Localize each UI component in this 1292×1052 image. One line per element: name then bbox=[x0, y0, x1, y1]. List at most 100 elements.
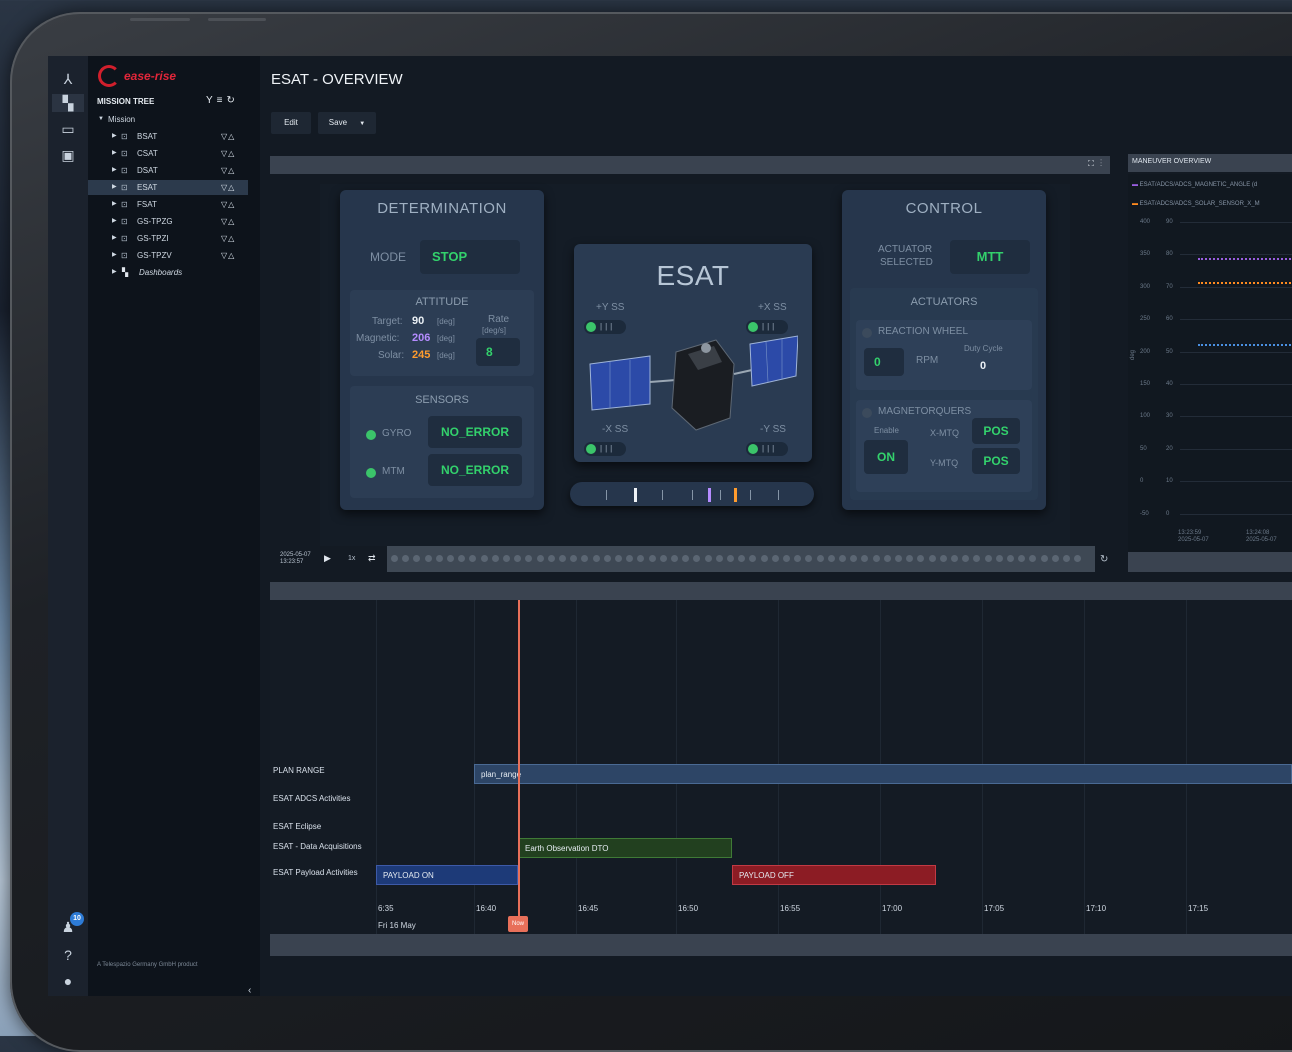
gyro-status-led-icon bbox=[366, 430, 376, 440]
scrubber-event-dot bbox=[570, 555, 578, 562]
scrubber-event-dot bbox=[503, 555, 510, 562]
mode-value: STOP bbox=[420, 240, 520, 274]
series-solar-orange bbox=[1198, 282, 1292, 286]
time-tick: 16:40 bbox=[476, 904, 497, 913]
grid-line bbox=[1180, 448, 1292, 450]
scrubber-event-dot bbox=[637, 555, 645, 562]
scrubber-event-dot bbox=[738, 555, 746, 562]
payload-off-bar[interactable]: PAYLOAD OFF bbox=[732, 865, 936, 885]
scrubber-event-dot bbox=[603, 555, 611, 562]
chevron-down-icon[interactable]: ▼ bbox=[359, 121, 365, 127]
enable-label: Enable bbox=[874, 426, 899, 435]
gyro-value: NO_ERROR bbox=[428, 416, 522, 448]
plan-range-bar[interactable]: plan_range bbox=[474, 764, 1292, 784]
legend-solar: ▬ ESAT/ADCS/ADCS_SOLAR_SENSOR_X_M bbox=[1132, 201, 1260, 207]
help-icon[interactable]: ? bbox=[58, 946, 78, 964]
target-label: Target: bbox=[372, 316, 403, 327]
y-tick-right: 30 bbox=[1166, 413, 1173, 420]
pos-x-sun-sensor-label: +X SS bbox=[758, 302, 787, 313]
scrubber-event-dot bbox=[951, 555, 958, 562]
neg-x-sun-sensor-toggle[interactable]: ||| bbox=[584, 442, 626, 456]
pos-y-sun-sensor-toggle[interactable]: ||| bbox=[584, 320, 626, 334]
tree-item-fsat[interactable]: ▶ ⊡ FSAT ▽△ bbox=[88, 197, 260, 212]
target-marker bbox=[634, 488, 637, 502]
attitude-title: ATTITUDE bbox=[415, 296, 469, 308]
duty-cycle-value: 0 bbox=[980, 360, 987, 372]
logo: ease-rise bbox=[98, 64, 176, 88]
actuator-selected-label: SELECTED bbox=[880, 257, 933, 268]
y-tick-right: 0 bbox=[1166, 510, 1170, 517]
actuators-title: ACTUATORS bbox=[910, 296, 978, 308]
save-button-label: Save bbox=[328, 118, 348, 127]
reaction-wheel-led-icon bbox=[862, 328, 872, 338]
tree-item-esat[interactable]: ▶ ⊡ ESAT ▽△ bbox=[88, 180, 248, 195]
scrubber-event-dot bbox=[525, 555, 533, 562]
neg-y-sun-sensor-toggle[interactable]: ||| bbox=[746, 442, 788, 456]
earth-observation-bar[interactable]: Earth Observation DTO bbox=[518, 838, 732, 858]
time-tick: 16:55 bbox=[780, 904, 801, 913]
expand-icon[interactable]: ⛶ bbox=[1088, 159, 1096, 168]
tree-item-bsat[interactable]: ▶ ⊡ BSAT ▽△ bbox=[88, 129, 260, 144]
save-button[interactable]: Save ▼ bbox=[318, 112, 376, 134]
sensors-subcard: SENSORS GYRO NO_ERROR MTM NO_ERROR bbox=[350, 386, 534, 498]
satellite-folder-icon: ⊡ bbox=[121, 166, 128, 175]
page-title: ESAT - OVERVIEW bbox=[271, 71, 403, 88]
tree-item-dashboards[interactable]: ▶ ▚ Dashboards bbox=[88, 265, 260, 280]
scrubber-event-dot bbox=[783, 555, 790, 562]
now-marker[interactable]: Now bbox=[508, 916, 528, 932]
tree-item-dsat[interactable]: ▶ ⊡ DSAT ▽△ bbox=[88, 163, 260, 178]
scrubber-event-dot bbox=[581, 555, 589, 562]
tree-root[interactable]: ▼ Mission bbox=[88, 112, 260, 127]
loop-icon[interactable]: ⇄ bbox=[368, 553, 376, 564]
tree-item-csat[interactable]: ▶ ⊡ CSAT ▽△ bbox=[88, 146, 260, 161]
time-tick: 17:05 bbox=[984, 904, 1005, 913]
rate-unit: [deg/s] bbox=[482, 326, 507, 335]
scrubber-event-dot bbox=[883, 555, 891, 562]
refresh-clock-icon[interactable]: ↻ bbox=[1100, 554, 1108, 565]
speed-selector[interactable]: 1x bbox=[348, 555, 355, 562]
dashboard-icon[interactable]: ▚ bbox=[52, 94, 84, 112]
tree-item-label: Dashboards bbox=[139, 268, 183, 277]
scrubber-event-dot bbox=[984, 555, 992, 562]
filter-icon[interactable]: Y bbox=[206, 95, 217, 106]
control-title: CONTROL bbox=[905, 200, 983, 217]
scrubber-event-dot bbox=[760, 555, 768, 562]
scrubber-event-dot bbox=[592, 555, 600, 562]
row-label-eclipse: ESAT Eclipse bbox=[273, 822, 322, 831]
collapse-sidebar-icon[interactable]: ‹ bbox=[248, 985, 251, 996]
refresh-icon[interactable]: ↻ bbox=[227, 95, 239, 106]
scrubber-event-dot bbox=[458, 555, 466, 562]
calendar-icon[interactable]: ▭ bbox=[58, 120, 78, 138]
play-icon[interactable]: ▶ bbox=[324, 553, 331, 564]
hierarchy-icon[interactable]: ⅄ bbox=[58, 70, 78, 88]
user-icon[interactable]: ● bbox=[58, 972, 78, 990]
y-tick-right: 40 bbox=[1166, 381, 1173, 387]
mode-label: MODE bbox=[370, 250, 406, 264]
kebab-menu-icon[interactable]: ⋮ bbox=[1100, 159, 1104, 168]
y-tick-left: 250 bbox=[1140, 316, 1151, 323]
grid-line bbox=[1180, 319, 1292, 321]
logo-mark-icon bbox=[98, 65, 120, 87]
panel-tools: ⛶ ⋮ bbox=[1088, 159, 1104, 169]
tree-item-gs-tpzi[interactable]: ▶ ⊡ GS-TPZI ▽△ bbox=[88, 231, 260, 246]
edit-button[interactable]: Edit bbox=[271, 112, 311, 134]
satellite-folder-icon: ⊡ bbox=[121, 200, 128, 209]
grid-line bbox=[1180, 351, 1292, 353]
y-tick-right: 90 bbox=[1166, 219, 1173, 225]
y-tick-right: 10 bbox=[1166, 478, 1173, 485]
tree-item-gs-tpzg[interactable]: ▶ ⊡ GS-TPZG ▽△ bbox=[88, 214, 260, 229]
scrubber-event-dot bbox=[850, 555, 858, 562]
scrubber-event-dot bbox=[1018, 555, 1026, 562]
settings-box-icon[interactable]: ▣ bbox=[58, 146, 78, 164]
time-tick: 6:35 bbox=[378, 904, 394, 913]
collapse-all-icon[interactable]: ≡ bbox=[217, 95, 227, 106]
y-tick-right: 70 bbox=[1166, 283, 1173, 290]
y-tick-left: 400 bbox=[1140, 219, 1151, 225]
y-tick-left: 350 bbox=[1140, 251, 1151, 258]
tree-item-gs-tpzv[interactable]: ▶ ⊡ GS-TPZV ▽△ bbox=[88, 248, 260, 263]
payload-on-bar[interactable]: PAYLOAD ON bbox=[376, 865, 518, 885]
scrubber-event-dot bbox=[962, 555, 970, 562]
timeline-scrubber[interactable] bbox=[387, 546, 1095, 572]
collapsed-arrow-icon: ▶ bbox=[112, 269, 117, 275]
pos-x-sun-sensor-toggle[interactable]: ||| bbox=[746, 320, 788, 334]
